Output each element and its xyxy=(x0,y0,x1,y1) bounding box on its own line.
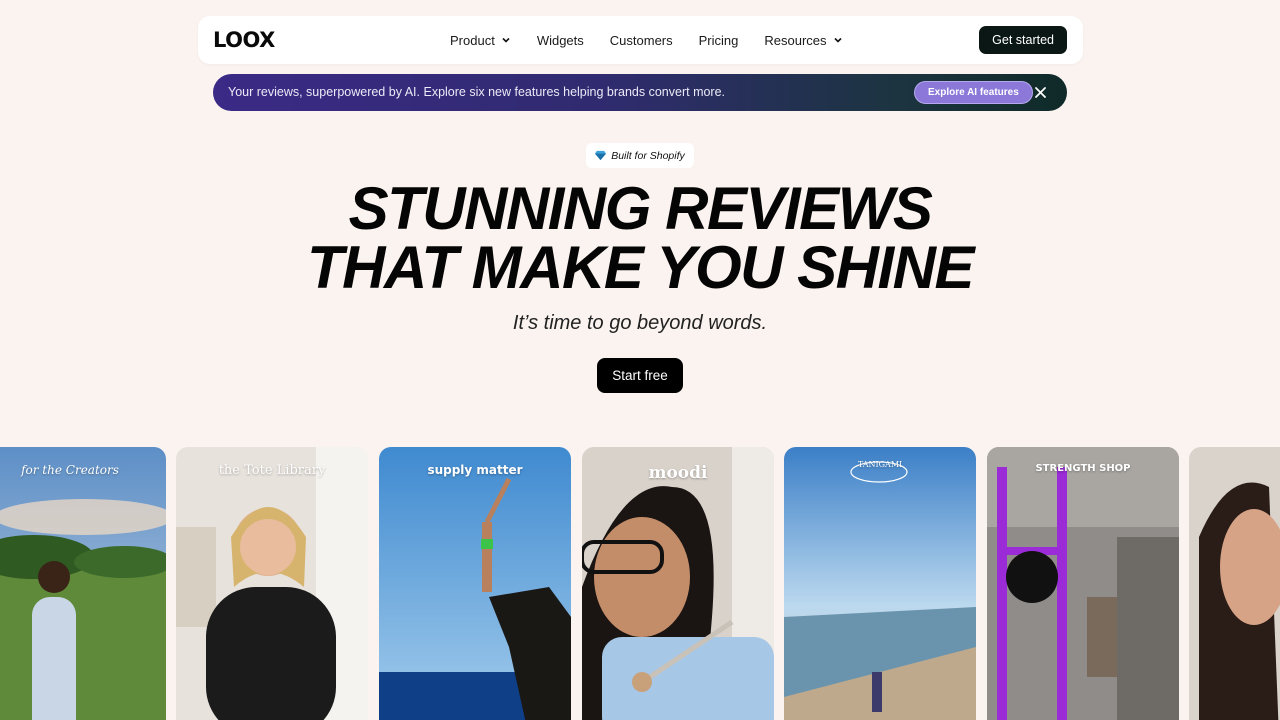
review-video-thumbnail xyxy=(176,447,368,720)
review-video-card[interactable]: Wi xyxy=(1189,447,1280,720)
top-navbar: LOOX Product Widgets Customers Pricing R… xyxy=(198,16,1083,64)
nav-link-label: Widgets xyxy=(536,32,584,48)
review-video-card[interactable]: for the Creators xyxy=(0,447,166,720)
nav-link-label: Customers xyxy=(609,32,673,48)
review-video-thumbnail xyxy=(784,447,976,720)
card-brand-label: for the Creators xyxy=(21,463,119,477)
nav-link-label: Product xyxy=(450,32,495,48)
card-brand-label: supply matter xyxy=(427,463,523,477)
headline-line-1: STUNNING REVIEWS xyxy=(348,175,933,242)
review-video-card[interactable]: TANIGAMI xyxy=(784,447,976,720)
explore-ai-features-button[interactable]: Explore AI features xyxy=(914,81,1033,104)
page: LOOX Product Widgets Customers Pricing R… xyxy=(0,0,1280,720)
card-brand-label: Wi xyxy=(1239,463,1280,476)
review-video-thumbnail xyxy=(379,447,571,720)
nav-links: Product Widgets Customers Pricing Resour… xyxy=(450,16,869,64)
review-video-card[interactable]: STRENGTH SHOP xyxy=(987,447,1179,720)
review-video-thumbnail xyxy=(582,447,774,720)
review-video-thumbnail xyxy=(1189,447,1280,720)
nav-link-resources[interactable]: Resources xyxy=(764,33,842,48)
built-for-shopify-badge: Built for Shopify xyxy=(586,143,694,168)
chevron-down-icon xyxy=(833,37,842,43)
loox-logo[interactable]: LOOX xyxy=(213,28,275,52)
card-brand-label: moodi xyxy=(648,463,708,483)
review-video-card[interactable]: moodi xyxy=(582,447,774,720)
card-brand-label: the Tote Library xyxy=(218,463,326,478)
diamond-icon xyxy=(595,150,607,161)
subheadline: It’s time to go beyond words. xyxy=(512,312,768,334)
close-icon[interactable] xyxy=(1032,84,1049,101)
announcement-banner: Your reviews, superpowered by AI. Explor… xyxy=(213,74,1067,111)
nav-link-customers[interactable]: Customers xyxy=(610,33,673,48)
nav-link-label: Pricing xyxy=(698,32,739,48)
get-started-button[interactable]: Get started xyxy=(979,26,1067,54)
review-video-card[interactable]: the Tote Library xyxy=(176,447,368,720)
chevron-down-icon xyxy=(502,37,510,43)
card-brand-label: STRENGTH SHOP xyxy=(1035,463,1131,474)
banner-text: Your reviews, superpowered by AI. Explor… xyxy=(228,85,726,99)
nav-link-widgets[interactable]: Widgets xyxy=(537,33,584,48)
nav-link-label: Resources xyxy=(764,32,827,48)
review-video-thumbnail xyxy=(987,447,1179,720)
review-video-card[interactable]: supply matter xyxy=(379,447,571,720)
nav-link-pricing[interactable]: Pricing xyxy=(699,33,739,48)
nav-link-product[interactable]: Product xyxy=(450,33,511,48)
badge-label: Built for Shopify xyxy=(611,149,685,162)
review-video-thumbnail xyxy=(0,447,166,720)
card-brand-label: TANIGAMI xyxy=(857,460,903,469)
start-free-button[interactable]: Start free xyxy=(597,358,683,393)
headline-line-2: THAT MAKE YOU SHINE xyxy=(307,234,974,301)
